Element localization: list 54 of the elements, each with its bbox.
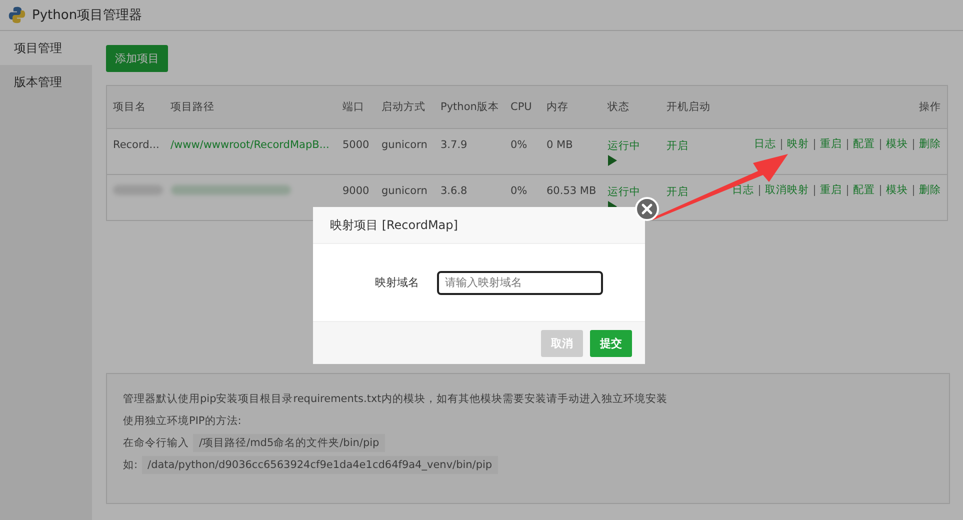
note-text: 使用独立环境PIP的方法: xyxy=(123,415,242,427)
code-snippet: /项目路径/md5命名的文件夹/bin/pip xyxy=(193,434,386,452)
action-link[interactable]: 模块 xyxy=(880,139,913,150)
table-cell: 0 MB xyxy=(546,139,573,151)
column-header: 操作 xyxy=(919,101,941,113)
note-text: 管理器默认使用pip安装项目根目录requirements.txt内的模块，如有其他模块需要安装请手动进入独立环境安装 xyxy=(123,393,668,405)
action-link[interactable]: 取消映射 xyxy=(759,185,814,196)
column-header: 项目名 xyxy=(113,101,146,113)
python-logo-icon xyxy=(8,6,26,24)
action-link[interactable]: 配置 xyxy=(847,185,880,196)
note-text: 在命令行输入 xyxy=(123,437,189,449)
table-cell: gunicorn xyxy=(382,185,428,197)
table-cell: 3.7.9 xyxy=(440,139,468,151)
column-header: 端口 xyxy=(342,101,364,113)
dialog-title: 映射项目 [RecordMap] xyxy=(330,216,458,234)
autostart-link[interactable]: 开启 xyxy=(666,140,688,152)
column-header: Python版本 xyxy=(440,101,499,113)
status-link[interactable]: 运行中 xyxy=(608,185,640,199)
submit-button[interactable]: 提交 xyxy=(590,330,632,356)
action-link[interactable]: 配置 xyxy=(847,139,880,150)
table-cell: gunicorn xyxy=(382,139,428,151)
field-label: 映射域名 xyxy=(375,275,419,290)
column-header: 项目路径 xyxy=(170,101,214,113)
column-header: 开机启动 xyxy=(666,101,710,113)
code-snippet: /data/python/d9036cc6563924cf9e1da4e1cd64f9a4_venv/bin/pip xyxy=(142,456,498,474)
table-cell: 0% xyxy=(510,185,528,197)
action-link[interactable]: 删除 xyxy=(913,185,941,196)
table-cell: 9000 xyxy=(342,185,370,197)
sidebar-item[interactable]: 项目管理 xyxy=(0,31,92,65)
close-icon[interactable] xyxy=(635,197,659,221)
status-link[interactable]: 运行中 xyxy=(608,139,640,153)
column-header: 状态 xyxy=(608,101,630,113)
play-icon xyxy=(608,155,616,166)
window-title: Python项目管理器 xyxy=(32,7,142,24)
table-cell: 0% xyxy=(510,139,528,151)
action-link[interactable]: 映射 xyxy=(781,139,814,150)
action-link[interactable]: 模块 xyxy=(880,185,913,196)
domain-input-field[interactable]: 请输入映射域名 xyxy=(437,270,603,294)
action-link[interactable]: 日志 xyxy=(749,139,781,150)
action-link[interactable]: 删除 xyxy=(913,139,941,150)
add-project-button[interactable]: 添加项目 xyxy=(106,45,168,72)
column-header: 内存 xyxy=(546,101,568,113)
table-cell: 5000 xyxy=(342,139,370,151)
table-cell: 60.53 MB xyxy=(546,185,596,197)
action-link[interactable]: 重启 xyxy=(814,139,847,150)
table-cell: 3.6.8 xyxy=(440,185,468,197)
autostart-link[interactable]: 开启 xyxy=(666,186,688,198)
table-cell: Record... xyxy=(113,139,160,151)
path-link[interactable]: /www/wwwroot/RecordMapB... xyxy=(170,139,330,151)
action-link[interactable]: 重启 xyxy=(814,185,847,196)
column-header: CPU xyxy=(510,101,532,113)
sidebar-item[interactable]: 版本管理 xyxy=(0,65,92,99)
column-header: 启动方式 xyxy=(382,101,426,113)
note-text: 如: xyxy=(123,459,138,471)
